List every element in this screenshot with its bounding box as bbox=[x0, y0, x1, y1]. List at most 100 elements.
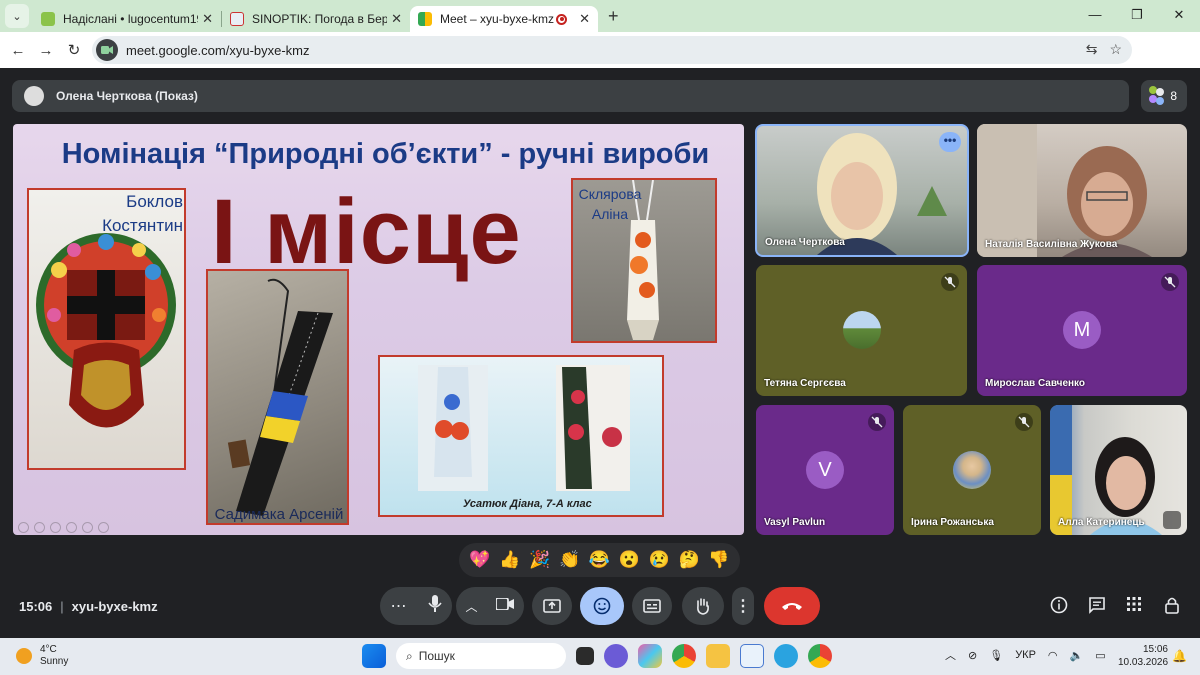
tab-search-button[interactable]: ⌄ bbox=[5, 4, 29, 28]
reaction-clap[interactable]: 👏 bbox=[559, 550, 580, 570]
participant-tile[interactable]: Наталія Василівна Жукова bbox=[977, 124, 1187, 257]
file-explorer-icon[interactable] bbox=[706, 644, 730, 668]
camera-button[interactable] bbox=[495, 597, 515, 615]
activities-icon[interactable] bbox=[1126, 596, 1142, 617]
slide-more-icon[interactable] bbox=[98, 522, 109, 533]
copilot-chat-icon[interactable] bbox=[604, 644, 628, 668]
translate-icon[interactable]: ⇆ bbox=[1086, 41, 1098, 58]
reaction-party[interactable]: 🎉 bbox=[529, 550, 550, 570]
mic-off-icon bbox=[941, 273, 959, 291]
raise-hand-button[interactable] bbox=[682, 587, 724, 625]
more-options-button[interactable]: ⋮ bbox=[732, 587, 754, 625]
chrome-profile-icon[interactable] bbox=[808, 644, 832, 668]
participant-name: Ірина Рожанська bbox=[911, 517, 994, 528]
wifi-icon[interactable]: ◠ bbox=[1048, 649, 1058, 662]
telegram-icon[interactable] bbox=[774, 644, 798, 668]
system-tray: ︿ ⊘ 🎙 УКР ◠ 🔈 ▭ bbox=[945, 647, 1106, 663]
slide-pointer-icon[interactable] bbox=[34, 522, 45, 533]
volume-icon[interactable]: 🔈 bbox=[1070, 649, 1084, 662]
present-icon bbox=[543, 599, 561, 613]
url-field[interactable]: meet.google.com/xyu-byxe-kmz ⇆ ☆ bbox=[92, 36, 1132, 64]
minimize-icon[interactable]: — bbox=[1074, 0, 1116, 32]
tray-expand-icon[interactable]: ︿ bbox=[945, 647, 956, 663]
present-screen-button[interactable] bbox=[532, 587, 572, 625]
close-tab-icon[interactable]: ✕ bbox=[202, 11, 213, 27]
slide-prev-icon[interactable] bbox=[18, 522, 29, 533]
mic-button[interactable] bbox=[427, 594, 442, 618]
participant-tile[interactable]: V Vasyl Pavlun bbox=[756, 405, 894, 535]
participant-tile[interactable]: Ірина Рожанська bbox=[903, 405, 1041, 535]
tab-gmail[interactable]: Надіслані • lugocentum19@uk ✕ bbox=[33, 6, 221, 32]
chat-icon[interactable] bbox=[1088, 596, 1106, 619]
participant-tile[interactable]: Алла Катеринець bbox=[1050, 405, 1187, 535]
clock-time: 15:06 bbox=[1142, 644, 1168, 655]
participant-tile[interactable]: ••• Олена Черткова bbox=[755, 124, 969, 257]
tab-title: SINOPTIK: Погода в Березани bbox=[252, 12, 388, 26]
slide-pen-icon[interactable] bbox=[50, 522, 61, 533]
close-icon[interactable]: ✕ bbox=[1158, 0, 1200, 32]
captions-icon bbox=[643, 599, 661, 613]
reaction-sparkling-heart[interactable]: 💖 bbox=[469, 550, 490, 570]
taskbar-clock[interactable]: 15:06 10.03.2026 bbox=[1118, 643, 1168, 669]
mic-off-icon bbox=[1161, 273, 1179, 291]
participant-name: Тетяна Сергєєва bbox=[764, 378, 846, 389]
paint-icon[interactable] bbox=[740, 644, 764, 668]
bookmark-star-icon[interactable]: ☆ bbox=[1109, 41, 1122, 58]
slide-zoom-icon[interactable] bbox=[82, 522, 93, 533]
reaction-thinking[interactable]: 🤔 bbox=[678, 550, 699, 570]
site-info-icon[interactable] bbox=[96, 39, 118, 61]
avatar bbox=[953, 451, 991, 489]
tab-meet[interactable]: Meet – xyu-byxe-kmz ✕ bbox=[410, 6, 598, 32]
participants-button[interactable]: 8 bbox=[1141, 80, 1187, 112]
start-windows-icon[interactable] bbox=[362, 644, 386, 668]
location-off-icon[interactable]: ⊘ bbox=[968, 649, 977, 662]
participant-video bbox=[817, 133, 947, 255]
tab-sinoptik[interactable]: SINOPTIK: Погода в Березани ✕ bbox=[222, 6, 410, 32]
battery-icon[interactable]: ▭ bbox=[1095, 649, 1105, 662]
taskbar-search[interactable]: ⌕ Пошук bbox=[396, 643, 566, 669]
language-indicator[interactable]: УКР bbox=[1015, 649, 1036, 661]
participant-video bbox=[977, 124, 1152, 257]
participant-tile[interactable]: M Мирослав Савченко bbox=[977, 265, 1187, 396]
copilot-icon[interactable] bbox=[638, 644, 662, 668]
avatar: V bbox=[806, 451, 844, 489]
reactions-button[interactable] bbox=[580, 587, 624, 625]
notification-bell-icon[interactable]: 🔔 bbox=[1172, 649, 1187, 663]
video-options-icon[interactable]: ︿ bbox=[465, 598, 477, 615]
new-tab-button[interactable]: + bbox=[608, 6, 619, 27]
url-text: meet.google.com/xyu-byxe-kmz bbox=[126, 42, 310, 58]
slide-title: Номінація “Природні об’єкти” - ручні вир… bbox=[61, 138, 710, 170]
reaction-thumbs-up[interactable]: 👍 bbox=[499, 550, 520, 570]
close-tab-icon[interactable]: ✕ bbox=[579, 11, 590, 27]
task-view-icon[interactable] bbox=[576, 647, 594, 665]
audio-options-icon[interactable]: ⋯ bbox=[391, 596, 407, 616]
reaction-surprised[interactable]: 😮 bbox=[619, 550, 640, 570]
captions-button[interactable] bbox=[632, 587, 672, 625]
restore-icon[interactable]: ❐ bbox=[1116, 0, 1158, 32]
forward-icon[interactable]: → bbox=[32, 42, 60, 59]
leave-call-button[interactable] bbox=[764, 587, 820, 625]
mic-tray-icon[interactable]: 🎙 bbox=[989, 649, 1003, 662]
weather-widget[interactable]: 4°C Sunny bbox=[16, 644, 68, 668]
presenter-bar: Олена Черткова (Показ) bbox=[12, 80, 1129, 112]
chrome-icon[interactable] bbox=[672, 644, 696, 668]
gmail-icon bbox=[41, 12, 55, 26]
participant-count: 8 bbox=[1170, 89, 1177, 103]
meeting-details-icon[interactable] bbox=[1050, 596, 1068, 619]
recording-icon bbox=[556, 13, 568, 25]
caption-photo1: Боклов Костянтин bbox=[102, 192, 183, 235]
reaction-sad[interactable]: 😢 bbox=[649, 550, 670, 570]
meeting-time: 15:06 bbox=[19, 599, 53, 614]
tile-more-options-icon[interactable]: ••• bbox=[939, 132, 961, 152]
participant-avatars-icon bbox=[1147, 86, 1165, 106]
pin-tile-icon[interactable] bbox=[1163, 511, 1181, 529]
slide-copy-icon[interactable] bbox=[66, 522, 77, 533]
reaction-laugh[interactable]: 😂 bbox=[589, 550, 610, 570]
host-controls-icon[interactable] bbox=[1163, 596, 1181, 619]
close-tab-icon[interactable]: ✕ bbox=[391, 11, 402, 27]
reaction-thumbs-down[interactable]: 👎 bbox=[708, 550, 729, 570]
caption-photo2: Садимака Арсеній bbox=[214, 506, 344, 523]
participant-tile[interactable]: Тетяна Сергєєва bbox=[756, 265, 967, 396]
back-icon[interactable]: ← bbox=[4, 42, 32, 59]
reload-icon[interactable]: ↻ bbox=[60, 41, 88, 59]
